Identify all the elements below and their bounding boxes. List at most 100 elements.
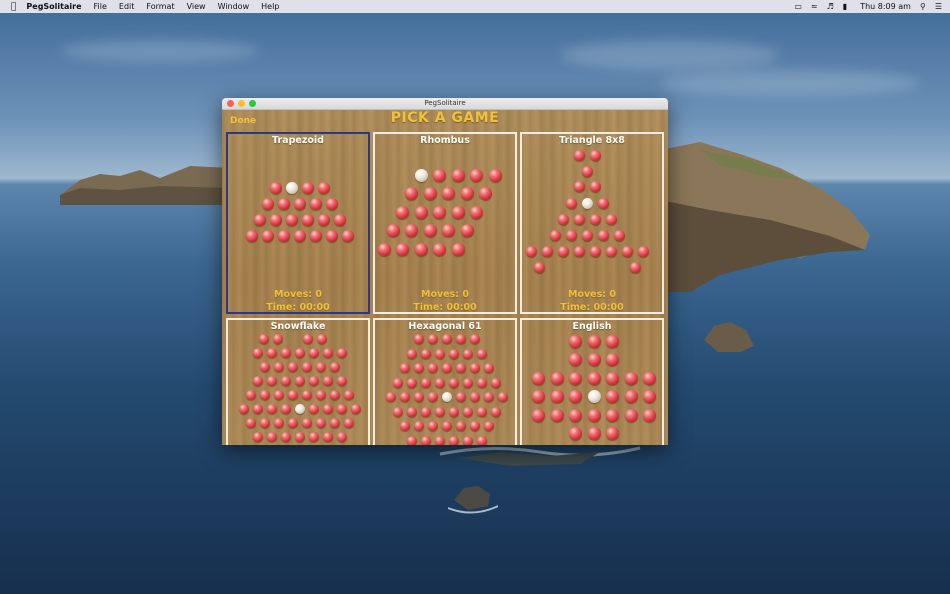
game-tile-rhombus[interactable]: Rhombus Moves: 0 Time: 00:00 <box>373 132 517 314</box>
peg <box>330 418 340 428</box>
peg <box>484 392 494 402</box>
peg <box>589 213 601 225</box>
title-bar[interactable]: PegSolitaire <box>222 98 668 110</box>
peg <box>309 348 319 358</box>
rock-icon <box>704 322 754 352</box>
peg <box>573 149 585 161</box>
peg <box>435 435 445 445</box>
peg <box>488 168 502 182</box>
menu-format[interactable]: Format <box>146 2 174 11</box>
peg <box>606 390 619 403</box>
peg <box>470 392 480 402</box>
peg <box>396 242 410 256</box>
menu-edit[interactable]: Edit <box>119 2 135 11</box>
peg <box>407 348 417 359</box>
menu-help[interactable]: Help <box>261 2 279 11</box>
minimize-icon[interactable] <box>238 100 245 107</box>
peg <box>330 390 340 400</box>
peg <box>587 371 601 385</box>
menu-bar:  PegSolitaire File Edit Format View Win… <box>0 0 950 13</box>
peg <box>318 214 330 226</box>
battery-icon[interactable]: ▮ <box>843 2 847 11</box>
peg <box>260 418 270 428</box>
close-icon[interactable] <box>227 100 234 107</box>
apple-menu-icon[interactable]:  <box>11 2 16 12</box>
peg <box>344 418 354 428</box>
peg <box>309 376 319 386</box>
peg <box>239 404 249 414</box>
moves-counter: Moves: 0 <box>568 289 616 300</box>
peg <box>643 408 656 422</box>
airplay-icon[interactable]: ▭ <box>794 2 802 11</box>
peg <box>569 390 582 403</box>
peg <box>267 376 277 386</box>
peg <box>463 348 473 359</box>
peg <box>421 406 431 417</box>
peg <box>470 363 480 373</box>
peg <box>294 198 306 210</box>
peg <box>573 180 585 192</box>
peg <box>589 180 601 192</box>
peg <box>581 229 593 241</box>
menu-view[interactable]: View <box>187 2 206 11</box>
peg <box>573 245 585 257</box>
peg <box>414 334 424 344</box>
game-tile-snowflake[interactable]: Snowflake <box>226 318 370 445</box>
peg <box>532 408 545 422</box>
search-icon[interactable]: ⚲ <box>920 2 926 11</box>
peg <box>342 230 354 242</box>
peg <box>274 362 284 372</box>
peg <box>323 404 333 414</box>
game-title: Hexagonal 61 <box>408 321 482 332</box>
menu-file[interactable]: File <box>94 2 107 11</box>
peg <box>442 363 452 373</box>
peg <box>270 182 282 194</box>
peg <box>246 418 256 428</box>
zoom-icon[interactable] <box>249 100 256 107</box>
peg <box>281 348 291 358</box>
peg <box>460 187 474 200</box>
peg <box>484 421 494 431</box>
time-counter: Time: 00:00 <box>266 302 330 313</box>
peg <box>525 245 537 257</box>
peg <box>393 377 403 388</box>
window-title: PegSolitaire <box>424 99 466 107</box>
status-area: ▭ ≈ ♬ ▮ Thu 8:09 am ⚲ ☰ <box>794 0 942 13</box>
peg <box>414 242 428 256</box>
game-tile-trapezoid[interactable]: Trapezoid Moves: 0 Time: 00:00 <box>226 132 370 314</box>
peg <box>606 334 619 348</box>
peg <box>589 149 601 161</box>
peg <box>587 408 601 422</box>
game-tile-triangle[interactable]: Triangle 8x8 Moves: 0 Time: 00:00 <box>520 132 664 314</box>
peg <box>421 435 431 445</box>
peg <box>587 334 601 348</box>
peg <box>532 371 545 385</box>
peg <box>400 363 410 373</box>
peg <box>405 187 419 200</box>
peg <box>442 334 452 344</box>
peg <box>460 224 474 237</box>
wifi-icon[interactable]: ≈ <box>811 2 818 11</box>
menu-window[interactable]: Window <box>218 2 250 11</box>
peg <box>278 198 290 210</box>
peg <box>435 406 445 417</box>
peg <box>624 408 638 422</box>
peg <box>569 371 582 385</box>
clock[interactable]: Thu 8:09 am <box>860 2 911 11</box>
peg <box>407 377 417 388</box>
peg <box>606 427 619 440</box>
peg <box>337 348 347 358</box>
peg <box>288 418 298 428</box>
peg <box>260 362 270 372</box>
peg <box>428 421 438 431</box>
menu-list-icon[interactable]: ☰ <box>935 2 942 11</box>
menu-app-name[interactable]: PegSolitaire <box>26 2 81 11</box>
peg <box>498 392 508 402</box>
game-tile-hexagonal[interactable]: Hexagonal 61 <box>373 318 517 445</box>
peg <box>407 406 417 417</box>
volume-icon[interactable]: ♬ <box>827 2 834 11</box>
game-tile-english[interactable]: English <box>520 318 664 445</box>
peg <box>433 242 447 256</box>
peg <box>449 348 459 359</box>
peg <box>396 205 410 219</box>
